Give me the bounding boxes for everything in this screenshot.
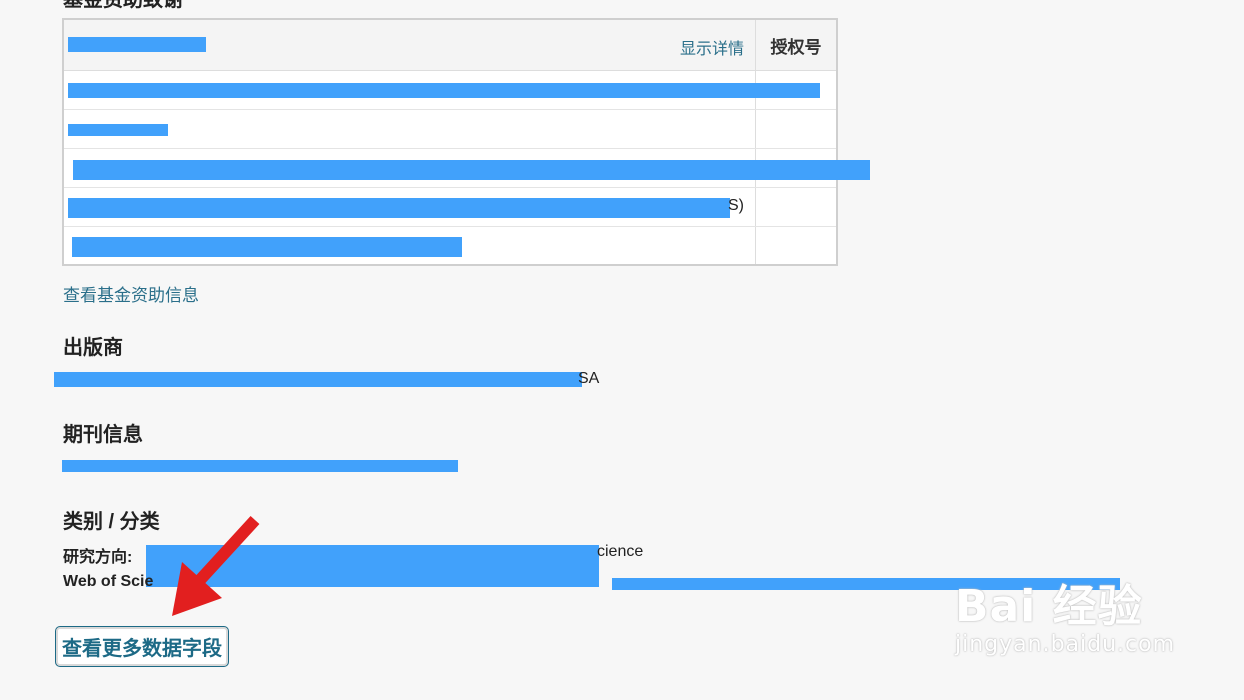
- redacted-journal-info: [62, 460, 458, 472]
- agency-text-fragment: S): [728, 197, 744, 214]
- publisher-text-fragment: SA: [578, 370, 600, 387]
- watermark-brand: Bai 经验: [955, 581, 1143, 632]
- funding-row: [64, 110, 836, 149]
- redacted-agency: [73, 160, 870, 180]
- funding-table: 显示详情 授权号 S): [62, 18, 870, 266]
- funding-row: S): [64, 188, 836, 227]
- red-arrow-icon: [172, 515, 260, 616]
- funding-agency-header: 显示详情: [64, 20, 756, 70]
- redacted-agency: [68, 124, 168, 136]
- publisher-section-title: 出版商: [63, 337, 123, 359]
- funding-agency-cell: [64, 149, 870, 187]
- baidu-watermark: Bai 经验 jingyan.baidu.com: [955, 570, 1175, 657]
- record-detail-page: 基金资助致谢 显示详情 授权号 S) 查看基金资助信息 出版商 SA 期刊信息 …: [0, 0, 1244, 700]
- research-areas-label: 研究方向:: [63, 549, 133, 566]
- redacted-agency: [68, 198, 730, 218]
- view-more-fields-button[interactable]: 查看更多数据字段: [56, 627, 228, 666]
- funding-agency-cell: [64, 110, 756, 148]
- journal-section-title: 期刊信息: [63, 424, 143, 446]
- wos-categories-label: Web of Scie: [63, 573, 154, 590]
- wos-categories-line: Web of Scie: [63, 573, 153, 591]
- funding-row: [64, 149, 870, 188]
- grant-number-cell: [756, 188, 836, 226]
- funding-table-header: 显示详情 授权号: [64, 20, 836, 71]
- redacted-agency: [68, 83, 820, 98]
- redacted-header-text: [68, 37, 206, 52]
- view-funding-info-link[interactable]: 查看基金资助信息: [63, 281, 199, 306]
- redacted-agency: [72, 237, 462, 257]
- funding-agency-cell: [64, 71, 820, 109]
- research-areas-fragment: cience: [597, 543, 644, 560]
- funding-row: [64, 71, 836, 110]
- funding-agency-cell: S): [64, 188, 756, 226]
- funding-row: [64, 227, 836, 264]
- grant-number-header: 授权号: [770, 37, 822, 57]
- category-section-title: 类别 / 分类: [63, 511, 160, 533]
- grant-number-cell: [756, 110, 836, 148]
- funding-agency-cell: [64, 227, 756, 264]
- grant-number-cell: [756, 227, 836, 264]
- funding-section-title: 基金资助致谢: [63, 0, 183, 11]
- watermark-url: jingyan.baidu.com: [955, 632, 1176, 657]
- research-areas-line: 研究方向:: [63, 543, 132, 567]
- redacted-publisher: [54, 372, 582, 387]
- show-details-link[interactable]: 显示详情: [680, 35, 744, 59]
